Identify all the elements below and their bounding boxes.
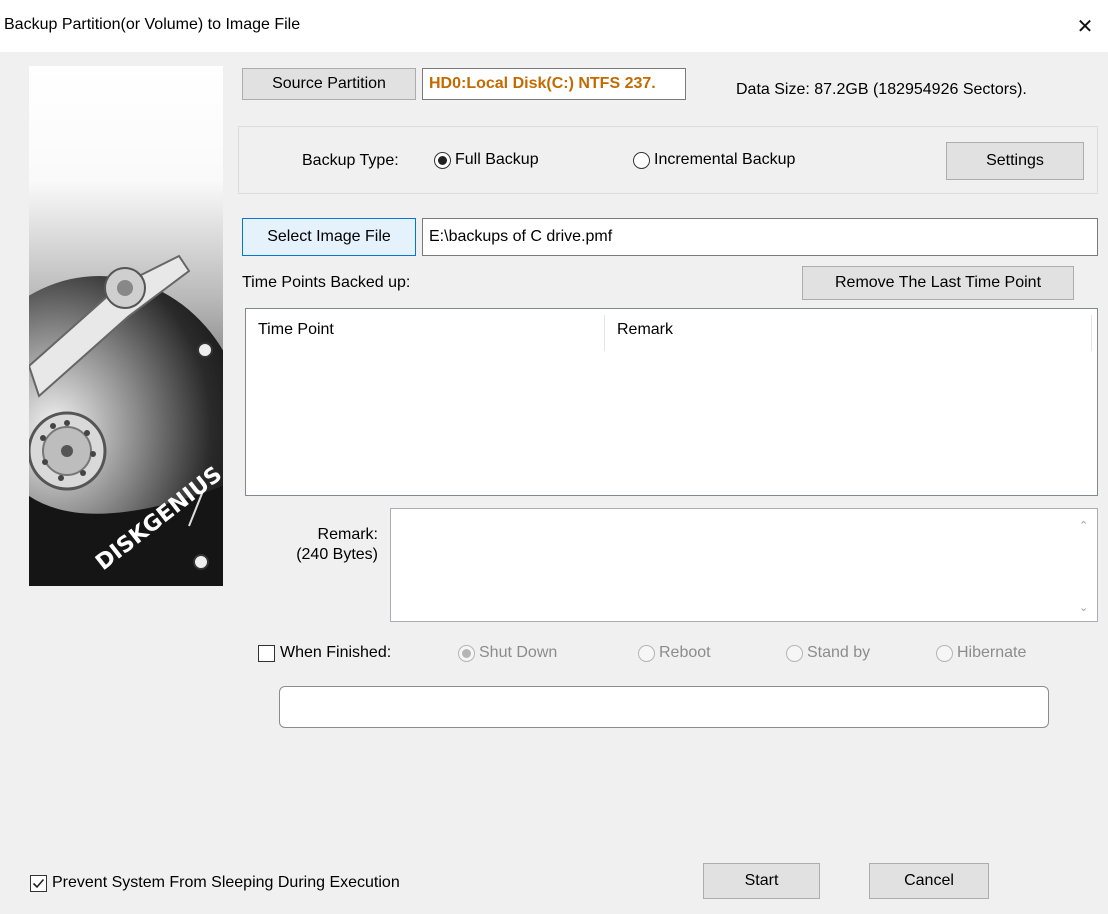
close-icon: ✕ bbox=[1076, 15, 1094, 38]
scroll-down-icon[interactable]: ⌄ bbox=[1079, 601, 1091, 614]
checkbox-unchecked-icon bbox=[258, 644, 275, 662]
source-partition-label: Source Partition bbox=[272, 75, 386, 92]
start-label: Start bbox=[744, 872, 779, 889]
full-backup-label: Full Backup bbox=[455, 151, 539, 168]
cancel-label: Cancel bbox=[904, 872, 954, 889]
remark-size-hint: (240 Bytes) bbox=[296, 546, 378, 563]
remove-last-time-point-button[interactable]: Remove The Last Time Point bbox=[802, 266, 1074, 300]
prevent-sleep-checkbox[interactable]: Prevent System From Sleeping During Exec… bbox=[30, 874, 400, 892]
radio-empty-icon bbox=[786, 644, 803, 662]
settings-label: Settings bbox=[986, 152, 1044, 169]
radio-empty-icon bbox=[633, 151, 650, 169]
remove-last-time-point-label: Remove The Last Time Point bbox=[834, 274, 1042, 291]
hibernate-radio[interactable]: Hibernate bbox=[936, 644, 1026, 662]
close-button[interactable]: ✕ bbox=[1062, 0, 1108, 52]
source-partition-value: HD0:Local Disk(C:) NTFS 237. bbox=[429, 75, 656, 92]
radio-empty-icon bbox=[638, 644, 655, 662]
remark-label: Remark: (240 Bytes) bbox=[270, 526, 378, 564]
prevent-sleep-label: Prevent System From Sleeping During Exec… bbox=[52, 874, 400, 891]
reboot-label: Reboot bbox=[659, 644, 711, 661]
select-image-file-label: Select Image File bbox=[267, 228, 391, 245]
time-points-label: Time Points Backed up: bbox=[242, 274, 411, 291]
incremental-backup-radio[interactable]: Incremental Backup bbox=[633, 151, 795, 169]
select-image-file-button[interactable]: Select Image File bbox=[242, 218, 416, 256]
scroll-up-icon[interactable]: ⌃ bbox=[1079, 519, 1091, 532]
column-header-time-point[interactable]: Time Point bbox=[246, 309, 604, 351]
when-finished-checkbox[interactable]: When Finished: bbox=[258, 644, 391, 662]
full-backup-radio[interactable]: Full Backup bbox=[434, 151, 539, 169]
shut-down-radio[interactable]: Shut Down bbox=[458, 644, 557, 662]
column-divider bbox=[1091, 315, 1092, 351]
settings-button[interactable]: Settings bbox=[946, 142, 1084, 180]
column-header-remark[interactable]: Remark bbox=[605, 309, 1091, 351]
hard-disk-illustration: DISKGENIUS bbox=[29, 66, 223, 586]
remark-textarea[interactable]: ⌃ ⌄ bbox=[390, 508, 1098, 622]
cancel-button[interactable]: Cancel bbox=[869, 863, 989, 899]
radio-empty-icon bbox=[936, 644, 953, 662]
radio-selected-icon bbox=[458, 644, 475, 662]
when-finished-label: When Finished: bbox=[280, 644, 392, 661]
source-partition-field: HD0:Local Disk(C:) NTFS 237. bbox=[422, 68, 686, 100]
source-partition-button[interactable]: Source Partition bbox=[242, 68, 416, 100]
image-file-path-input[interactable]: E:\backups of C drive.pmf bbox=[422, 218, 1098, 256]
radio-selected-icon bbox=[434, 151, 451, 169]
hard-disk-icon: DISKGENIUS bbox=[29, 66, 223, 586]
data-size-text: Data Size: 87.2GB (182954926 Sectors). bbox=[736, 81, 1027, 98]
backup-type-label: Backup Type: bbox=[302, 152, 399, 169]
incremental-backup-label: Incremental Backup bbox=[654, 151, 796, 168]
title-bar: Backup Partition(or Volume) to Image Fil… bbox=[0, 0, 1108, 52]
reboot-radio[interactable]: Reboot bbox=[638, 644, 711, 662]
window-title: Backup Partition(or Volume) to Image Fil… bbox=[4, 16, 301, 33]
progress-bar bbox=[279, 686, 1049, 728]
checkbox-checked-icon bbox=[30, 874, 47, 892]
shut-down-label: Shut Down bbox=[479, 644, 558, 661]
image-file-path-value: E:\backups of C drive.pmf bbox=[429, 228, 613, 245]
hibernate-label: Hibernate bbox=[957, 644, 1027, 661]
dialog-body: DISKGENIUS Source Partition HD0:Local Di… bbox=[0, 52, 1108, 914]
time-points-list[interactable]: Time Point Remark bbox=[245, 308, 1098, 496]
stand-by-radio[interactable]: Stand by bbox=[786, 644, 870, 662]
stand-by-label: Stand by bbox=[807, 644, 871, 661]
start-button[interactable]: Start bbox=[703, 863, 820, 899]
